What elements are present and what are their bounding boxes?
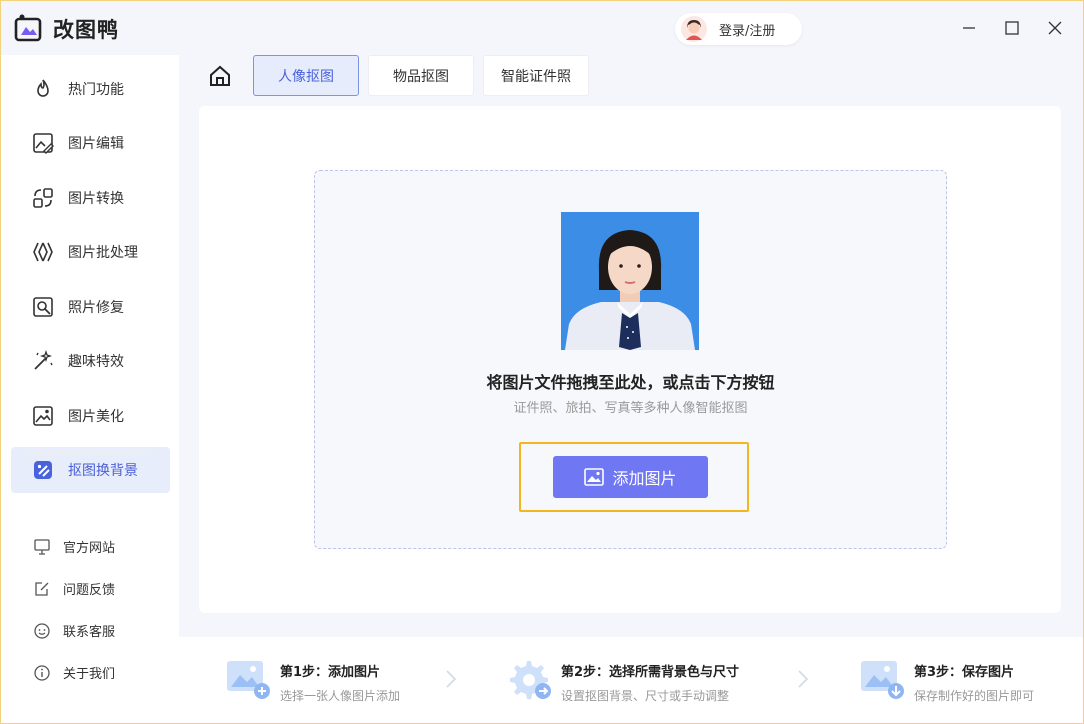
info-icon xyxy=(34,664,50,681)
step-title: 第3步：保存图片 xyxy=(914,665,1015,680)
magic-wand-icon xyxy=(34,349,53,370)
step-desc: 保存制作好的图片即可 xyxy=(914,689,1035,703)
step-3: 第3步：保存图片 保存制作好的图片即可 xyxy=(860,657,1034,704)
add-image-step-icon xyxy=(227,661,270,699)
feedback-icon xyxy=(35,581,49,596)
step-title: 第2步：选择所需背景色与尺寸 xyxy=(561,665,740,680)
title-bar: 改图鸭 登录/注册 xyxy=(1,1,1083,55)
tab-object-cutout[interactable]: 物品抠图 xyxy=(368,55,474,96)
sidebar-item-label: 趣味特效 xyxy=(68,354,124,370)
tab-smart-id-photo[interactable]: 智能证件照 xyxy=(483,55,589,96)
step-desc: 选择一张人像图片添加 xyxy=(280,689,401,703)
cutout-icon xyxy=(34,461,52,479)
sidebar-item-label: 图片转换 xyxy=(68,191,124,207)
sidebar-item-label: 图片批处理 xyxy=(68,245,138,261)
save-image-step-icon xyxy=(861,661,904,699)
flame-icon xyxy=(37,79,49,97)
monitor-icon xyxy=(34,538,50,555)
sidebar-link-feedback[interactable]: 问题反馈 xyxy=(33,579,115,598)
drop-zone-subtitle: 证件照、旅拍、写真等多种人像智能抠图 xyxy=(513,401,748,416)
drop-zone-title: 将图片文件拖拽至此处，或点击下方按钮 xyxy=(486,373,775,392)
sidebar-item-label: 图片美化 xyxy=(68,409,124,425)
home-icon xyxy=(210,65,230,86)
step-2: 第2步：选择所需背景色与尺寸 设置抠图背景、尺寸或手动调整 xyxy=(507,657,739,704)
sidebar-item-batch[interactable]: 图片批处理 xyxy=(11,229,170,275)
sidebar-item-image-edit[interactable]: 图片编辑 xyxy=(11,120,170,166)
chevron-right-icon xyxy=(798,670,809,688)
sidebar-item-cutout[interactable]: 抠图换背景 xyxy=(11,447,170,493)
step-title: 第1步：添加图片 xyxy=(280,665,381,680)
user-avatar-icon xyxy=(681,16,707,42)
sidebar-item-label: 抠图换背景 xyxy=(68,463,138,479)
image-edit-icon xyxy=(33,133,54,154)
home-button[interactable] xyxy=(207,63,233,89)
support-icon xyxy=(34,622,50,639)
sidebar-item-fun-effects[interactable]: 趣味特效 xyxy=(11,338,170,384)
sidebar-link-website[interactable]: 官方网站 xyxy=(33,537,115,556)
convert-icon xyxy=(33,188,53,208)
close-button[interactable] xyxy=(1044,17,1066,39)
sidebar-item-convert[interactable]: 图片转换 xyxy=(11,175,170,221)
photo-repair-icon xyxy=(33,297,53,317)
sidebar-item-label: 照片修复 xyxy=(68,300,124,316)
minimize-button[interactable] xyxy=(958,17,980,39)
add-image-label: 添加图片 xyxy=(612,469,677,488)
tab-portrait-cutout[interactable]: 人像抠图 xyxy=(253,55,359,96)
sidebar-link-label: 关于我们 xyxy=(63,667,116,682)
sidebar-item-beautify[interactable]: 图片美化 xyxy=(11,393,170,439)
minimize-icon xyxy=(963,27,975,29)
app-title: 改图鸭 xyxy=(53,18,119,42)
sidebar-divider xyxy=(25,452,155,453)
sidebar-link-about[interactable]: 关于我们 xyxy=(33,663,115,682)
sidebar-link-label: 联系客服 xyxy=(63,625,116,640)
batch-icon xyxy=(33,242,53,262)
image-beautify-icon xyxy=(33,406,53,426)
close-icon xyxy=(1048,21,1062,35)
sidebar-link-label: 官方网站 xyxy=(63,541,116,556)
maximize-button[interactable] xyxy=(1001,17,1023,39)
sidebar-item-label: 图片编辑 xyxy=(68,136,124,152)
login-label: 登录/注册 xyxy=(719,23,776,39)
gear-step-icon xyxy=(510,661,551,699)
sidebar-item-label: 热门功能 xyxy=(68,82,124,98)
app-window: 改图鸭 登录/注册 热门功能 图片编辑 图片转换 图片批处理 照片修复 趣味特效… xyxy=(0,0,1084,724)
sidebar-link-label: 问题反馈 xyxy=(63,583,116,598)
app-logo-icon xyxy=(14,14,42,42)
sample-portrait-image xyxy=(561,212,699,350)
step-1: 第1步：添加图片 选择一张人像图片添加 xyxy=(226,657,400,704)
image-add-icon xyxy=(584,468,605,486)
sidebar-link-support[interactable]: 联系客服 xyxy=(33,621,115,640)
sidebar-item-photo-repair[interactable]: 照片修复 xyxy=(11,284,170,330)
step-desc: 设置抠图背景、尺寸或手动调整 xyxy=(561,689,730,703)
add-image-button[interactable]: 添加图片 xyxy=(553,456,708,498)
maximize-icon xyxy=(1005,21,1019,35)
login-register-button[interactable]: 登录/注册 xyxy=(675,13,802,45)
sidebar-item-hot[interactable]: 热门功能 xyxy=(11,66,170,112)
chevron-right-icon xyxy=(446,670,457,688)
